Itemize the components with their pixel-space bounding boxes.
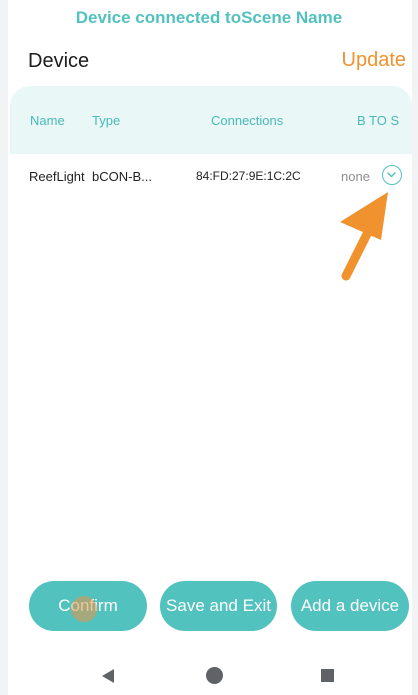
device-btos: none	[341, 169, 370, 184]
annotation-arrow-icon	[340, 192, 388, 281]
frame-edge-left	[0, 0, 8, 695]
column-header-btos: B TO S	[357, 113, 400, 128]
device-connection: 84:FD:27:9E:1C:2C	[196, 169, 301, 183]
check-circle-icon[interactable]	[382, 165, 402, 185]
update-button[interactable]: Update	[342, 49, 407, 72]
table-header: Name Type Connections B TO S	[10, 86, 412, 154]
triangle-back-icon[interactable]	[100, 668, 116, 684]
page-title: Device	[28, 50, 90, 72]
square-recents-icon[interactable]	[321, 669, 334, 682]
device-type: bCON-B...	[92, 169, 152, 184]
column-header-connections: Connections	[211, 113, 284, 128]
column-header-name: Name	[30, 113, 65, 128]
frame-edge-right	[412, 0, 418, 695]
column-header-type: Type	[92, 113, 121, 128]
add-device-button[interactable]: Add a device	[291, 581, 409, 631]
connection-banner: Device connected toScene Name	[75, 8, 343, 27]
circle-home-icon[interactable]	[206, 667, 223, 684]
system-nav-bar	[0, 660, 418, 695]
save-and-exit-button[interactable]: Save and Exit	[160, 581, 277, 631]
device-name: ReefLight	[29, 169, 85, 184]
touch-indicator	[71, 596, 97, 622]
